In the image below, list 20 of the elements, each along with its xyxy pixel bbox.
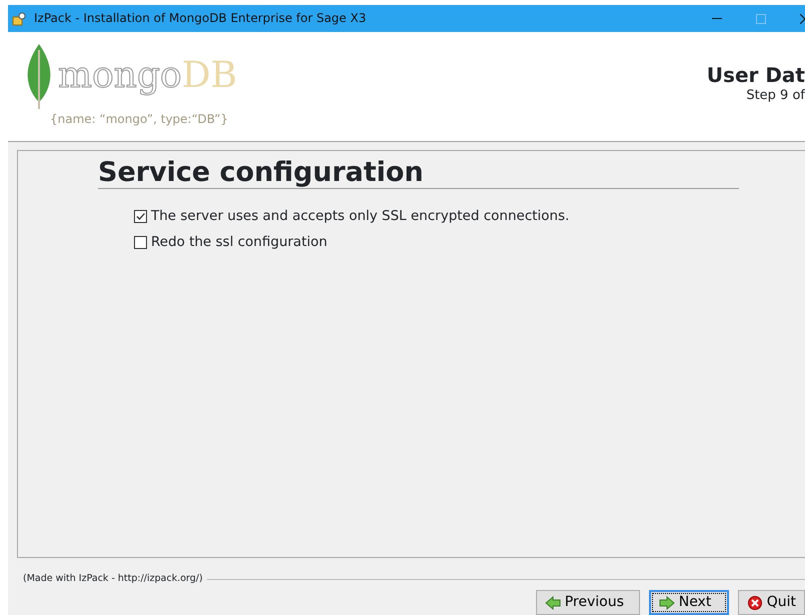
arrow-left-icon	[544, 596, 561, 610]
logo-tagline: {name: “mongo”, type:“DB”}	[50, 111, 230, 128]
minimize-icon[interactable]	[712, 18, 722, 20]
checkbox-label: Redo the ssl configuration	[151, 232, 328, 252]
window-title: IzPack - Installation of MongoDB Enterprise for Sage X3	[34, 10, 366, 27]
panel-title: User Dat	[706, 64, 805, 86]
quit-button[interactable]: Quit	[738, 590, 805, 615]
previous-button[interactable]: Previous	[536, 590, 640, 615]
arrow-right-icon	[658, 596, 675, 610]
step-indicator: Step 9 of	[746, 87, 805, 105]
section-title: Service configuration	[98, 157, 739, 190]
close-icon[interactable]	[800, 14, 805, 24]
next-button[interactable]: Next	[648, 590, 729, 615]
checkbox[interactable]	[134, 210, 147, 223]
logo-text: mongoDB	[58, 58, 238, 94]
close-icon	[746, 596, 763, 610]
app-icon	[12, 12, 26, 26]
checkbox-label: The server uses and accepts only SSL encrypted connections.	[151, 206, 570, 226]
footer-credit: (Made with IzPack - http://izpack.org/)	[23, 572, 203, 586]
checkbox[interactable]	[134, 236, 147, 249]
